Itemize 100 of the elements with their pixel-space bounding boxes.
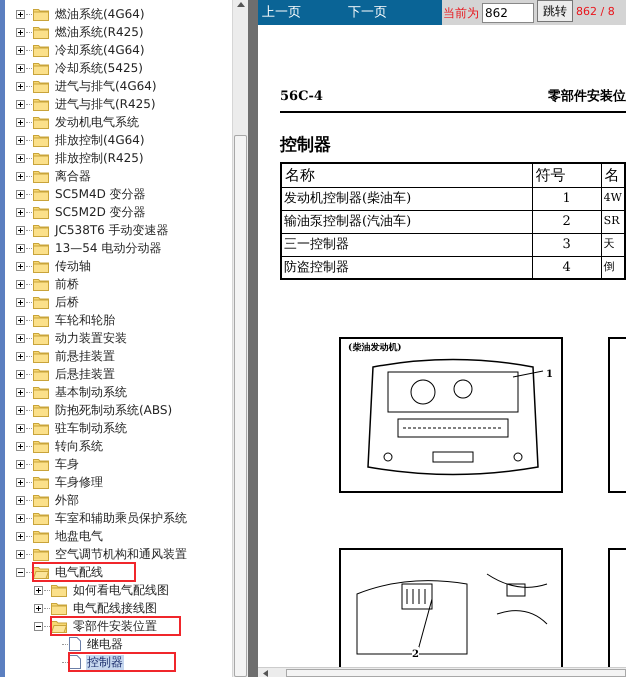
column-header: 名称: [281, 163, 532, 187]
tree-item[interactable]: 后桥: [54, 294, 80, 310]
expand-icon[interactable]: [16, 424, 25, 432]
open-folder-icon: [33, 566, 49, 578]
expand-icon[interactable]: [16, 388, 25, 396]
scrollbar-thumb[interactable]: [286, 669, 626, 677]
tree-item[interactable]: 外部: [54, 492, 80, 508]
expand-icon[interactable]: [16, 28, 25, 36]
up-arrow-icon[interactable]: [237, 2, 245, 7]
horizontal-scrollbar[interactable]: [258, 667, 626, 677]
scrollbar-thumb[interactable]: [234, 135, 247, 677]
tree-item[interactable]: 地盘电气: [54, 528, 104, 544]
tree-item[interactable]: 驻车制动系统: [54, 420, 128, 436]
tree-item[interactable]: 基本制动系统: [54, 384, 128, 400]
vertical-scrollbar[interactable]: [232, 0, 248, 677]
expand-icon[interactable]: [16, 532, 25, 540]
expand-icon[interactable]: [16, 280, 25, 288]
document-icon: [69, 637, 81, 651]
tree-item[interactable]: 转向系统: [54, 438, 104, 454]
expand-icon[interactable]: [16, 406, 25, 414]
tree-item[interactable]: SC5M4D 变分器: [54, 186, 147, 202]
tree-item[interactable]: 冷却系统(5425): [54, 60, 144, 76]
expand-icon[interactable]: [16, 136, 25, 144]
expand-icon[interactable]: [16, 496, 25, 504]
expand-icon[interactable]: [16, 64, 25, 72]
folder-icon: [33, 422, 49, 434]
tree-item[interactable]: 前悬挂装置: [54, 348, 116, 364]
expand-icon[interactable]: [16, 550, 25, 558]
tree-item[interactable]: 车轮和轮胎: [54, 312, 116, 328]
current-page-label: 当前为: [443, 4, 479, 22]
tree-item[interactable]: 防抱死制动系统(ABS): [54, 402, 174, 418]
tree-item[interactable]: 前桥: [54, 276, 80, 292]
collapse-icon[interactable]: [16, 568, 25, 576]
left-arrow-icon[interactable]: [263, 670, 268, 677]
expand-icon[interactable]: [16, 478, 25, 486]
expand-icon[interactable]: [16, 370, 25, 378]
folder-icon: [33, 98, 49, 110]
folder-icon: [33, 386, 49, 398]
tree-item[interactable]: 电气配线: [54, 564, 104, 580]
folder-icon: [33, 512, 49, 524]
expand-icon[interactable]: [16, 82, 25, 90]
expand-icon[interactable]: [16, 514, 25, 522]
tree-item[interactable]: 控制器: [86, 654, 124, 670]
column-header: 符号: [532, 163, 602, 187]
table-cell: 2: [532, 210, 602, 233]
previous-page-link[interactable]: 上一页: [262, 2, 301, 22]
expand-icon[interactable]: [16, 334, 25, 342]
next-page-link[interactable]: 下一页: [348, 2, 387, 22]
expand-icon[interactable]: [16, 10, 25, 18]
expand-icon[interactable]: [16, 226, 25, 234]
folder-icon: [33, 404, 49, 416]
collapse-icon[interactable]: [34, 622, 43, 630]
tree-item[interactable]: 进气与排气(R425): [54, 96, 157, 112]
expand-icon[interactable]: [16, 46, 25, 54]
page-number-field[interactable]: 862: [482, 2, 534, 22]
expand-icon[interactable]: [16, 460, 25, 468]
expand-icon[interactable]: [16, 262, 25, 270]
expand-icon[interactable]: [16, 352, 25, 360]
expand-icon[interactable]: [16, 190, 25, 198]
expand-icon[interactable]: [16, 298, 25, 306]
jump-button[interactable]: 跳转: [537, 0, 573, 22]
tree-item[interactable]: 电气配线接线图: [72, 600, 158, 616]
folder-icon: [33, 188, 49, 200]
tree-item[interactable]: 车室和辅助乘员保护系统: [54, 510, 188, 526]
tree-item[interactable]: SC5M2D 变分器: [54, 204, 147, 220]
tree-item[interactable]: 排放控制(4G64): [54, 132, 146, 148]
expand-icon[interactable]: [16, 172, 25, 180]
folder-icon: [33, 206, 49, 218]
expand-icon[interactable]: [16, 100, 25, 108]
expand-icon[interactable]: [16, 118, 25, 126]
expand-icon[interactable]: [16, 442, 25, 450]
tree-item[interactable]: 动力装置安装: [54, 330, 128, 346]
tree-item[interactable]: 传动轴: [54, 258, 92, 274]
tree-item[interactable]: 车身: [54, 456, 80, 472]
expand-icon[interactable]: [16, 244, 25, 252]
folder-icon: [33, 224, 49, 236]
tree-item[interactable]: 进气与排气(4G64): [54, 78, 158, 94]
expand-icon[interactable]: [16, 208, 25, 216]
folder-icon: [33, 80, 49, 92]
tree-item[interactable]: 空气调节机构和通风装置: [54, 546, 188, 562]
tree-item[interactable]: 排放控制(R425): [54, 150, 145, 166]
section-title: 控制器: [280, 134, 332, 156]
folder-icon: [33, 314, 49, 326]
expand-icon[interactable]: [16, 316, 25, 324]
tree-item[interactable]: 继电器: [86, 636, 124, 652]
expand-icon[interactable]: [34, 586, 43, 594]
tree-item[interactable]: 离合器: [54, 168, 92, 184]
tree-item[interactable]: 后悬挂装置: [54, 366, 116, 382]
tree-item[interactable]: 13—54 电动分动器: [54, 240, 162, 256]
folder-icon: [33, 278, 49, 290]
tree-item[interactable]: JC538T6 手动变速器: [54, 222, 170, 238]
tree-item[interactable]: 零部件安装位置: [72, 618, 158, 634]
expand-icon[interactable]: [34, 604, 43, 612]
tree-item[interactable]: 燃油系统(R425): [54, 24, 145, 40]
expand-icon[interactable]: [16, 154, 25, 162]
tree-item[interactable]: 燃油系统(4G64): [54, 6, 146, 22]
tree-item[interactable]: 如何看电气配线图: [72, 582, 170, 598]
tree-item[interactable]: 冷却系统(4G64): [54, 42, 146, 58]
tree-item[interactable]: 发动机电气系统: [54, 114, 140, 130]
tree-item[interactable]: 车身修理: [54, 474, 104, 490]
